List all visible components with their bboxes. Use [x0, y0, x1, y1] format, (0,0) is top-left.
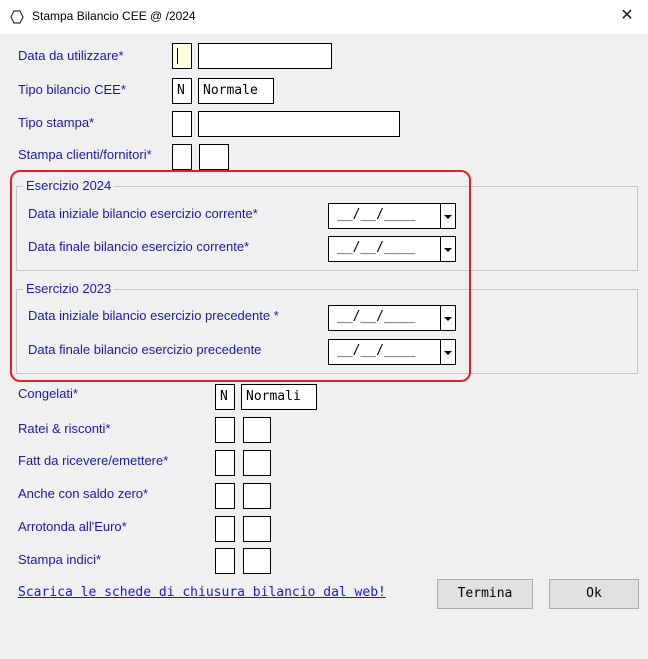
data-desc-field[interactable]: [198, 43, 332, 69]
title-bar: Stampa Bilancio CEE @ /2024 ✕: [0, 0, 648, 34]
stampa-clienti-code[interactable]: [172, 144, 192, 170]
fatt-code[interactable]: [215, 450, 235, 476]
tipo-bilancio-code[interactable]: N: [172, 78, 192, 104]
arrotonda-label: Arrotonda all'Euro*: [18, 519, 127, 534]
stampa-clienti-label: Stampa clienti/fornitori*: [18, 147, 152, 162]
tipo-bilancio-desc: Normale: [198, 78, 274, 104]
arrotonda-code[interactable]: [215, 516, 235, 542]
download-link[interactable]: Scarica le schede di chiusura bilancio d…: [18, 585, 386, 600]
text-caret: [177, 48, 178, 64]
tipo-stampa-label: Tipo stampa*: [18, 115, 95, 130]
congelati-label: Congelati*: [18, 386, 78, 401]
ratei-label: Ratei & risconti*: [18, 421, 111, 436]
window-title: Stampa Bilancio CEE @ /2024: [32, 9, 196, 23]
arrotonda-desc: [243, 516, 271, 542]
stampa-indici-label: Stampa indici*: [18, 552, 102, 567]
tipo-stampa-desc: [198, 111, 400, 137]
fatt-label: Fatt da ricevere/emettere*: [18, 453, 169, 468]
stampa-clienti-desc: [199, 144, 229, 170]
ok-button[interactable]: Ok: [549, 579, 639, 609]
stampa-indici-desc: [243, 548, 271, 574]
congelati-code[interactable]: N: [215, 384, 235, 410]
fatt-desc: [243, 450, 271, 476]
ratei-code[interactable]: [215, 417, 235, 443]
saldo-zero-label: Anche con saldo zero*: [18, 486, 149, 501]
data-label: Data da utilizzare*: [18, 48, 124, 63]
saldo-zero-code[interactable]: [215, 483, 235, 509]
highlight-annotation: [10, 170, 471, 382]
ratei-desc: [243, 417, 271, 443]
stampa-indici-code[interactable]: [215, 548, 235, 574]
termina-button[interactable]: Termina: [437, 579, 533, 609]
tipo-bilancio-label: Tipo bilancio CEE*: [18, 82, 126, 97]
saldo-zero-desc: [243, 483, 271, 509]
tipo-stampa-code[interactable]: [172, 111, 192, 137]
close-icon[interactable]: ✕: [614, 5, 640, 27]
app-icon: [10, 10, 24, 24]
data-input[interactable]: [172, 43, 192, 69]
congelati-desc: Normali: [241, 384, 317, 410]
